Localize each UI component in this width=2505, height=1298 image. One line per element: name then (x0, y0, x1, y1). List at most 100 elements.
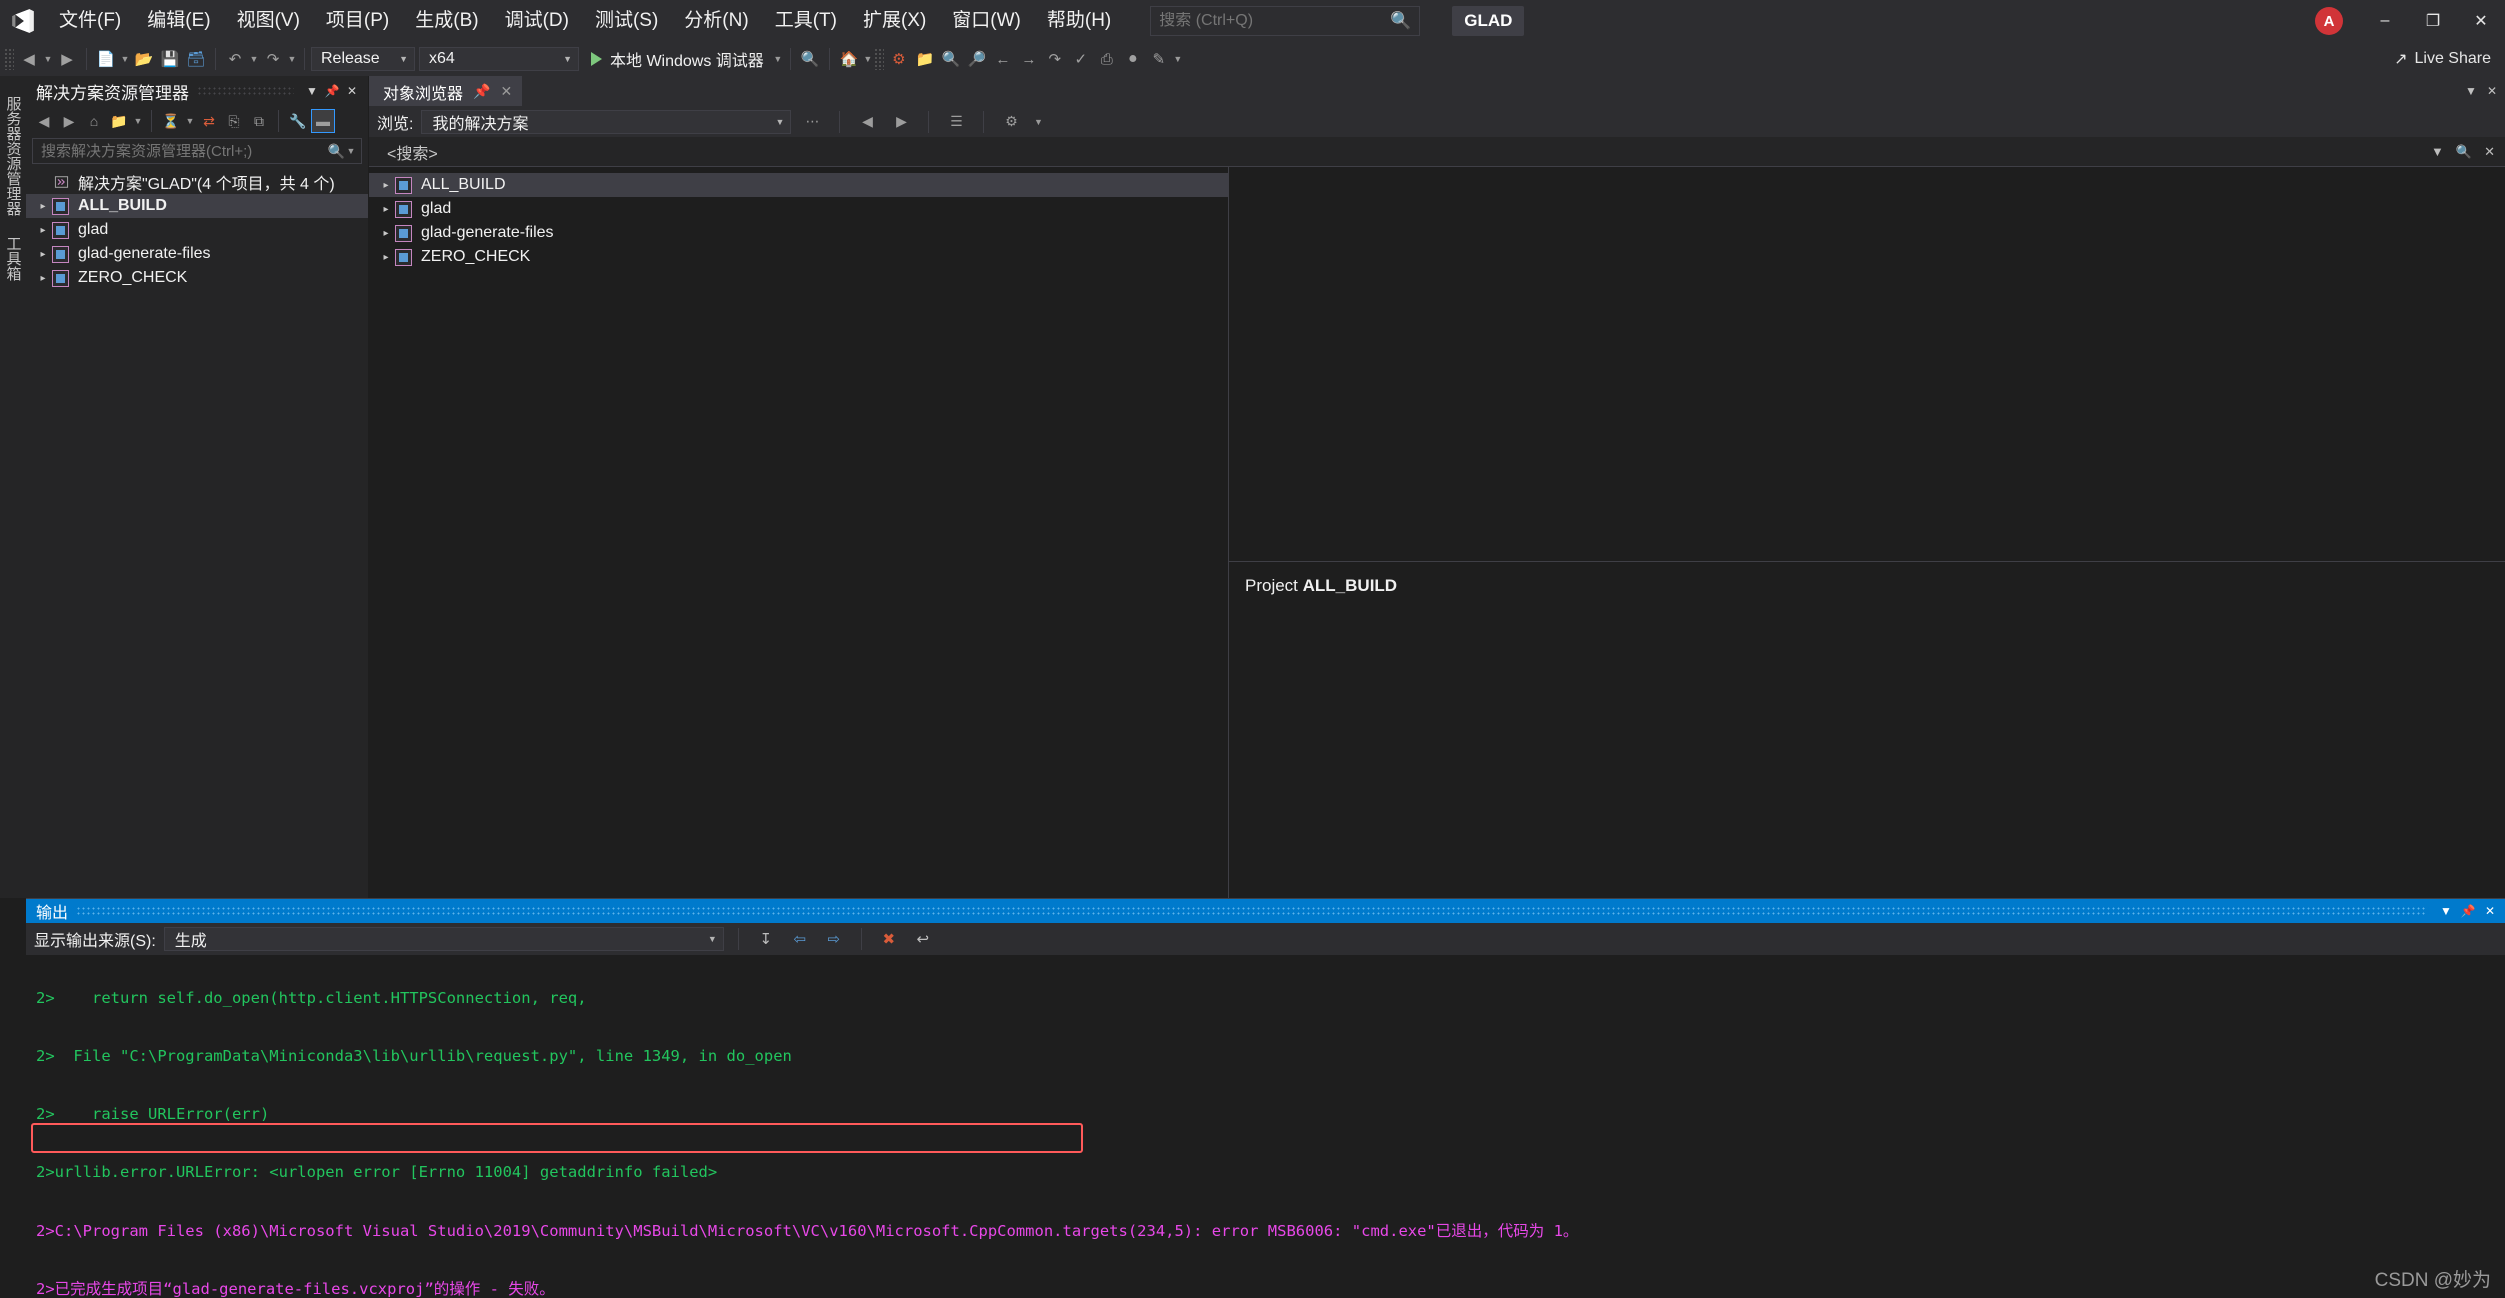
toggle-wordwrap-icon[interactable]: ↩ (910, 927, 936, 951)
properties-icon[interactable]: 🔧 (286, 109, 310, 133)
close-icon[interactable]: ✕ (2487, 84, 2497, 98)
next-message-icon[interactable]: ⇨ (821, 927, 847, 951)
menu-tools[interactable]: 工具(T) (762, 6, 850, 36)
overflow-icon[interactable]: ▼ (1172, 46, 1184, 72)
forward-icon[interactable]: ▶ (888, 110, 914, 134)
tree-node-glad-generate-files[interactable]: ▸ glad-generate-files (26, 242, 368, 266)
chevron-down-icon[interactable]: ▼ (302, 80, 322, 102)
step-back-icon[interactable]: ← (990, 46, 1016, 72)
redo-icon[interactable]: ↷ (260, 46, 286, 72)
search-folder-icon[interactable]: 🔍 (938, 46, 964, 72)
close-icon[interactable]: ✕ (342, 80, 362, 102)
expander[interactable]: ▸ (377, 228, 395, 239)
menu-file[interactable]: 文件(F) (46, 6, 134, 36)
forward-icon[interactable]: ▶ (57, 109, 81, 133)
start-debugging-button[interactable]: 本地 Windows 调试器 (583, 46, 772, 72)
overflow-icon[interactable]: ▼ (862, 46, 874, 72)
chevron-down-icon[interactable]: ▼ (772, 46, 784, 72)
save-all-icon[interactable]: 🗃 (183, 46, 209, 72)
minimize-button[interactable]: – (2361, 0, 2409, 42)
tree-node-zero-check[interactable]: ▸ ZERO_CHECK (26, 266, 368, 290)
show-all-files-icon[interactable]: ▬ (311, 109, 335, 133)
expander[interactable]: ▸ (377, 252, 395, 263)
menu-analyze[interactable]: 分析(N) (671, 6, 761, 36)
home-icon[interactable]: ⌂ (82, 109, 106, 133)
solution-explorer-search[interactable]: 🔍 ▼ (32, 138, 362, 164)
settings-icon[interactable]: ⚙ (998, 110, 1024, 134)
configuration-combo[interactable]: Release ▼ (311, 47, 415, 71)
expander[interactable]: ▸ (34, 273, 52, 284)
back-icon[interactable]: ◀ (854, 110, 880, 134)
refresh-icon[interactable]: ⧉ (247, 109, 271, 133)
tree-node-glad[interactable]: ▸ glad (26, 218, 368, 242)
undo-nav-icon[interactable]: ↷ (1042, 46, 1068, 72)
object-browser-search[interactable]: <搜索> ▼ 🔍 ✕ (369, 137, 2505, 167)
pin-icon[interactable]: 📌 (2457, 900, 2479, 922)
close-button[interactable]: ✕ (2457, 0, 2505, 42)
expander[interactable]: ▸ (34, 225, 52, 236)
pin-icon[interactable]: 📌 (473, 83, 490, 100)
back-icon[interactable]: ◀ (32, 109, 56, 133)
save-icon[interactable]: 💾 (157, 46, 183, 72)
expander[interactable]: ▸ (34, 249, 52, 260)
drag-handle[interactable] (197, 86, 294, 96)
tree-node-solution[interactable]: 解决方案"GLAD"(4 个项目，共 4 个) (26, 170, 368, 194)
toolbar-grip[interactable] (4, 48, 14, 70)
menu-debug[interactable]: 调试(D) (492, 6, 582, 36)
toolbar-grip[interactable] (874, 48, 884, 70)
view-icon[interactable]: ☰ (943, 110, 969, 134)
menu-window[interactable]: 窗口(W) (939, 6, 1034, 36)
ob-node-glad-generate-files[interactable]: ▸ glad-generate-files (369, 221, 1228, 245)
menu-test[interactable]: 测试(S) (582, 6, 671, 36)
search-icon[interactable]: 🔍 (2456, 144, 2472, 160)
navigate-forward-icon[interactable]: ▶ (54, 46, 80, 72)
close-icon[interactable]: ✕ (2479, 900, 2501, 922)
sidebar-tab-toolbox[interactable]: 工具箱 (0, 226, 28, 291)
quick-find-icon[interactable]: 🔎 (964, 46, 990, 72)
find-in-files-icon[interactable]: 🔍 (797, 46, 823, 72)
menu-edit[interactable]: 编辑(E) (134, 6, 223, 36)
chevron-down-icon[interactable]: ▼ (248, 46, 260, 72)
quick-launch-search[interactable]: 🔍 (1150, 6, 1420, 36)
open-file-icon[interactable]: 📁 (912, 46, 938, 72)
expander[interactable]: ▸ (34, 201, 52, 212)
menu-project[interactable]: 项目(P) (313, 6, 402, 36)
solution-home-icon[interactable]: 🏠 (836, 46, 862, 72)
sidebar-tab-server-explorer[interactable]: 服务器资源管理器 (0, 86, 28, 226)
close-icon[interactable]: ✕ (500, 83, 512, 100)
chevron-down-icon[interactable]: ▼ (2465, 84, 2477, 98)
quick-launch-input[interactable] (1159, 12, 1386, 30)
bubble-icon[interactable]: ⚫ (1120, 46, 1146, 72)
undo-icon[interactable]: ↶ (222, 46, 248, 72)
expander[interactable]: ▸ (377, 180, 395, 191)
chevron-down-icon[interactable]: ▼ (2435, 900, 2457, 922)
chevron-down-icon[interactable]: ▼ (2431, 144, 2444, 159)
chevron-down-icon[interactable]: ▼ (42, 46, 54, 72)
tab-object-browser[interactable]: 对象浏览器 📌 ✕ (369, 76, 522, 106)
ob-node-all-build[interactable]: ▸ ALL_BUILD (369, 173, 1228, 197)
ellipsis-icon[interactable]: ⋯ (799, 110, 825, 134)
test-explorer-icon[interactable]: ⚙ (886, 46, 912, 72)
goto-message-icon[interactable]: ↧ (753, 927, 779, 951)
spellcheck-icon[interactable]: ✓ (1068, 46, 1094, 72)
platform-combo[interactable]: x64 ▼ (419, 47, 579, 71)
solution-explorer-search-input[interactable] (41, 143, 328, 160)
ob-node-glad[interactable]: ▸ glad (369, 197, 1228, 221)
clear-all-icon[interactable]: ✖ (876, 927, 902, 951)
menu-view[interactable]: 视图(V) (224, 6, 313, 36)
new-item-icon[interactable]: 📄 (93, 46, 119, 72)
external-window-icon[interactable]: ⎙ (1094, 46, 1120, 72)
expander[interactable]: ▸ (377, 204, 395, 215)
pending-changes-icon[interactable]: ⏳ (159, 109, 183, 133)
pin-icon[interactable]: 📌 (322, 80, 342, 102)
chevron-down-icon[interactable]: ▼ (184, 108, 196, 134)
new-solution-icon[interactable]: 📁 (107, 109, 131, 133)
open-folder-icon[interactable]: 📂 (131, 46, 157, 72)
chevron-down-icon[interactable]: ▼ (286, 46, 298, 72)
chevron-down-icon[interactable]: ▼ (345, 138, 357, 164)
output-source-combo[interactable]: 生成 ▼ (164, 927, 724, 951)
sync-icon[interactable]: ⇄ (197, 109, 221, 133)
menu-help[interactable]: 帮助(H) (1034, 6, 1124, 36)
step-forward-icon[interactable]: → (1016, 46, 1042, 72)
clear-icon[interactable]: ✕ (2484, 144, 2495, 160)
